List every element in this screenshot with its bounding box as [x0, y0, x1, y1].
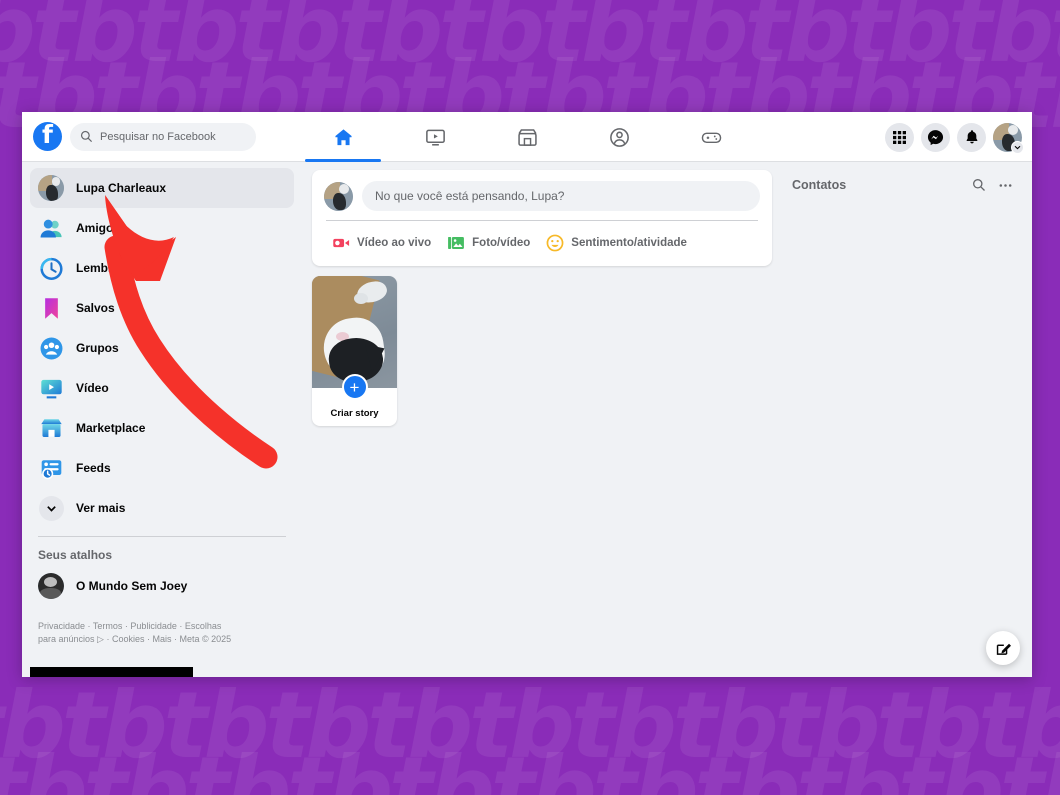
feeds-icon	[38, 455, 64, 481]
photo-video-button[interactable]: Foto/vídeo	[439, 228, 538, 258]
tab-marketplace[interactable]	[481, 112, 573, 162]
sidebar-item-grupos[interactable]: Grupos	[30, 328, 294, 368]
shortcut-item[interactable]: O Mundo Sem Joey	[30, 566, 294, 606]
black-overlay-bar	[30, 667, 193, 677]
sidebar-item-video[interactable]: Vídeo	[30, 368, 294, 408]
sidebar-item-amigos[interactable]: Amigos	[30, 208, 294, 248]
friends-icon	[38, 215, 64, 241]
contacts-search-button[interactable]	[966, 172, 992, 198]
sidebar-item-label: Feeds	[76, 461, 111, 475]
groups-icon	[38, 335, 64, 361]
tab-gaming[interactable]	[665, 112, 757, 162]
marketplace-store-icon	[38, 415, 64, 441]
photo-video-icon	[448, 237, 465, 249]
composer-placeholder: No que você está pensando, Lupa?	[375, 189, 565, 203]
plus-icon: +	[341, 374, 368, 400]
live-video-icon	[333, 238, 350, 248]
create-story-card[interactable]: + Criar story	[312, 276, 397, 426]
create-story-label: Criar story	[330, 408, 379, 419]
live-video-button[interactable]: Vídeo ao vivo	[324, 228, 439, 258]
sidebar-item-feeds[interactable]: Feeds	[30, 448, 294, 488]
page-body: Lupa Charleaux Amigos Lembranças Salvos …	[22, 162, 1032, 677]
menu-grid-icon	[893, 130, 906, 144]
sidebar-item-profile[interactable]: Lupa Charleaux	[30, 168, 294, 208]
tab-groups[interactable]	[573, 112, 665, 162]
facebook-window: Pesquisar no Facebook	[22, 112, 1032, 677]
right-rail: Contatos	[782, 162, 1032, 677]
groups-icon	[609, 127, 629, 147]
page-avatar	[38, 573, 64, 599]
account-avatar-button[interactable]	[993, 122, 1024, 154]
sidebar-item-marketplace[interactable]: Marketplace	[30, 408, 294, 448]
story-thumbnail-image	[312, 276, 397, 388]
contacts-title: Contatos	[792, 178, 847, 192]
notifications-bell-icon	[966, 130, 977, 144]
composer-top-row: No que você está pensando, Lupa?	[324, 181, 760, 211]
top-navigation-tabs	[297, 112, 757, 162]
search-input[interactable]: Pesquisar no Facebook	[70, 122, 256, 151]
chevron-down-icon	[38, 495, 64, 521]
shortcuts-heading: Seus atalhos	[38, 548, 113, 562]
left-sidebar: Lupa Charleaux Amigos Lembranças Salvos …	[22, 162, 302, 677]
sidebar-item-label: Amigos	[76, 221, 121, 235]
feeling-activity-icon	[546, 234, 564, 252]
memories-clock-icon	[38, 255, 64, 281]
notifications-button[interactable]	[957, 122, 986, 152]
photo-video-label: Foto/vídeo	[472, 237, 531, 249]
sidebar-item-label: Marketplace	[76, 421, 146, 435]
stories-row: + Criar story	[312, 276, 772, 426]
more-options-icon	[999, 183, 1011, 187]
gaming-controller-icon	[701, 132, 721, 143]
avatar	[38, 175, 64, 201]
tab-video[interactable]	[389, 112, 481, 162]
search-placeholder: Pesquisar no Facebook	[100, 130, 216, 143]
footer-links[interactable]: Privacidade · Termos · Publicidade · Esc…	[30, 606, 245, 646]
new-message-fab[interactable]	[986, 631, 1020, 665]
sidebar-item-label: Lupa Charleaux	[76, 181, 167, 195]
chevron-down-icon	[1011, 140, 1024, 154]
topbar-right-group	[885, 112, 1024, 162]
sidebar-item-label: Grupos	[76, 341, 119, 355]
feeling-activity-label: Sentimento/atividade	[571, 237, 687, 249]
feeling-activity-button[interactable]: Sentimento/atividade	[538, 228, 695, 258]
sidebar-item-label: Ver mais	[76, 501, 126, 515]
sidebar-item-label: Lembranças	[76, 261, 147, 275]
live-video-label: Vídeo ao vivo	[357, 237, 432, 249]
shortcut-label: O Mundo Sem Joey	[76, 579, 188, 593]
topbar-left-group: Pesquisar no Facebook	[22, 120, 302, 151]
messenger-button[interactable]	[921, 122, 950, 152]
composer-input[interactable]: No que você está pensando, Lupa?	[362, 181, 760, 211]
avatar[interactable]	[324, 181, 353, 211]
video-icon	[38, 375, 64, 401]
sidebar-item-lembrancas[interactable]: Lembranças	[30, 248, 294, 288]
sidebar-item-salvos[interactable]: Salvos	[30, 288, 294, 328]
marketplace-store-icon	[517, 128, 537, 146]
watch-video-icon	[425, 129, 445, 146]
sidebar-item-ver-mais[interactable]: Ver mais	[30, 488, 294, 528]
watermark-row: tbtbtbtbtbtbtbtbtbtbtbtbtbtb	[0, 737, 1060, 795]
sidebar-item-label: Vídeo	[76, 381, 109, 395]
search-icon	[80, 130, 93, 143]
new-message-compose-icon	[996, 643, 1011, 655]
post-composer-card: No que você está pensando, Lupa? Vídeo a…	[312, 170, 772, 266]
messenger-icon	[927, 129, 944, 145]
facebook-logo-icon[interactable]	[33, 120, 62, 151]
feed-column: No que você está pensando, Lupa? Vídeo a…	[302, 162, 782, 677]
contacts-more-button[interactable]	[992, 172, 1018, 198]
tab-home[interactable]	[297, 112, 389, 162]
search-icon	[973, 179, 985, 191]
contacts-header: Contatos	[792, 172, 1018, 198]
facebook-top-bar: Pesquisar no Facebook	[22, 112, 1032, 162]
composer-actions-row: Vídeo ao vivo Foto/vídeo Sentimento/ativ…	[324, 221, 760, 258]
saved-bookmark-icon	[38, 295, 64, 321]
menu-grid-button[interactable]	[885, 122, 914, 152]
sidebar-item-label: Salvos	[76, 301, 115, 315]
home-icon	[334, 128, 352, 145]
